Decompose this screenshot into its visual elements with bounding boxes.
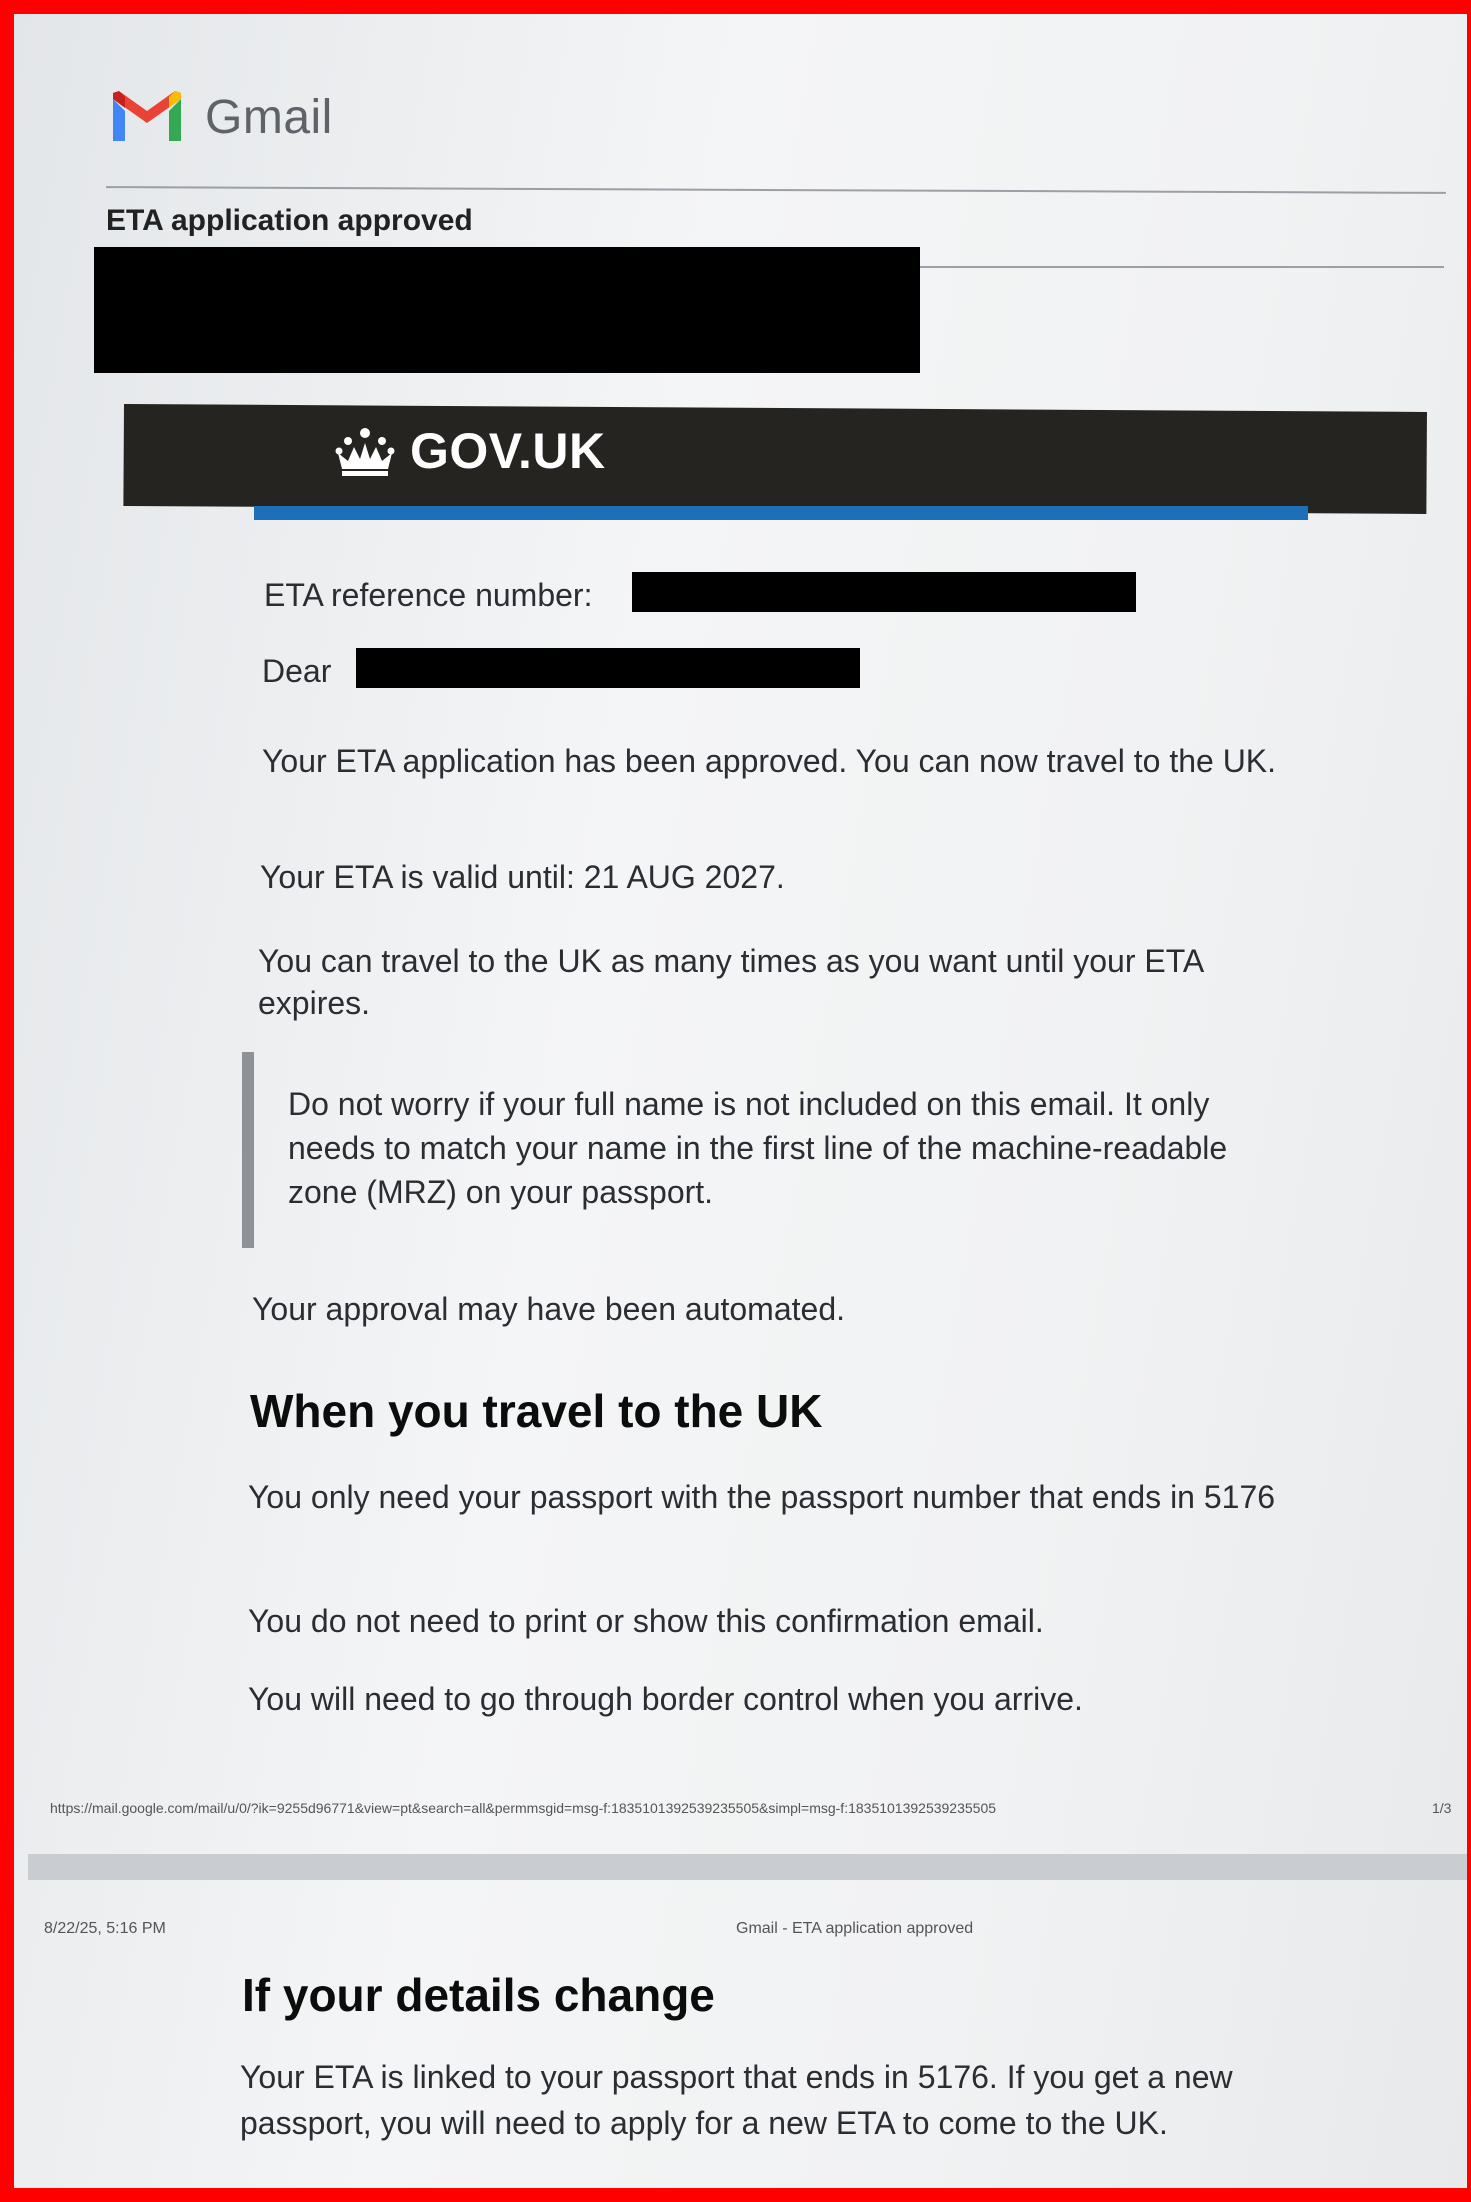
redacted-reference-number	[632, 572, 1136, 612]
no-print-text: You do not need to print or show this co…	[248, 1603, 1044, 1639]
crown-icon	[335, 428, 395, 476]
print-footer-page: 1/3	[1432, 1800, 1452, 1816]
details-change-heading: If your details change	[242, 1969, 715, 2021]
gmail-wordmark: Gmail	[205, 90, 333, 144]
redacted-recipient-name	[356, 648, 860, 688]
sender-divider	[914, 266, 1444, 268]
gmail-logo: Gmail	[109, 89, 333, 145]
passport-only-text: You only need your passport with the pas…	[248, 1479, 1276, 1515]
page-break	[28, 1854, 1467, 1880]
inset-name-note: Do not worry if your full name is not in…	[288, 1086, 1228, 1210]
passport-linked-text: Your ETA is linked to your passport that…	[240, 2059, 1233, 2141]
print-footer-url: https://mail.google.com/mail/u/0/?ik=925…	[50, 1800, 997, 1816]
govuk-header-bar	[123, 404, 1427, 514]
travel-heading: When you travel to the UK	[250, 1385, 823, 1437]
border-control-text: You will need to go through border contr…	[248, 1681, 1083, 1717]
govuk-blue-underline	[254, 506, 1308, 520]
print-header-title: Gmail - ETA application approved	[736, 1920, 974, 1937]
redacted-sender-block	[94, 247, 920, 373]
automated-text: Your approval may have been automated.	[252, 1291, 845, 1327]
gmail-m-icon	[113, 91, 181, 141]
validity-text: Your ETA is valid until: 21 AUG 2027.	[260, 859, 785, 895]
govuk-brand: GOV.UK	[334, 422, 606, 480]
email-subject: ETA application approved	[106, 204, 473, 237]
govuk-wordmark: GOV.UK	[410, 423, 606, 479]
approval-text: Your ETA application has been approved. …	[262, 743, 1277, 779]
inset-border	[242, 1052, 254, 1248]
eta-reference-label: ETA reference number:	[264, 577, 593, 613]
screenshot-frame: Gmail ETA application approved GOV.UK ET…	[0, 0, 1471, 2202]
multiple-travel-text: You can travel to the UK as many times a…	[258, 943, 1203, 1021]
print-header-date: 8/22/25, 5:16 PM	[44, 1920, 166, 1937]
